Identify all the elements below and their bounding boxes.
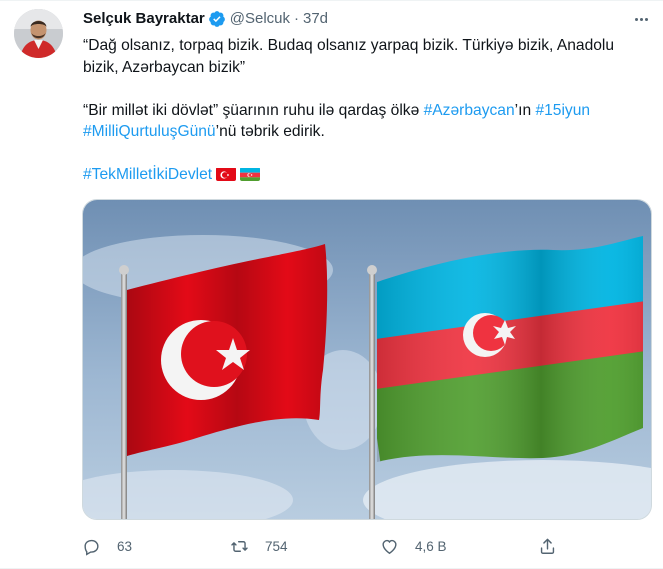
reply-button[interactable]: 63 (82, 534, 132, 558)
separator-dot: · (294, 10, 299, 27)
author-handle[interactable]: @Selcuk (230, 9, 290, 29)
author-name[interactable]: Selçuk Bayraktar (83, 9, 205, 29)
avatar-photo (14, 9, 63, 58)
tweet-time[interactable]: 37d (303, 9, 328, 29)
tweet-text-segment: ’nü təbrik edirik. (215, 123, 325, 140)
flags-photo (83, 200, 651, 519)
tweet-text: “Dağ olsanız, torpaq bizik. Budaq olsanı… (83, 35, 651, 186)
tweet-text-segment: “Bir millət iki dövlət” şüarının ruhu il… (83, 101, 424, 119)
share-button[interactable] (538, 534, 557, 558)
retweet-count: 754 (265, 538, 288, 554)
tweet-quote: “Dağ olsanız, torpaq bizik. Budaq olsanı… (83, 37, 615, 76)
hashtag-milli-qurtulus[interactable]: #MilliQurtuluşGünü (83, 123, 216, 140)
turkey-flag-icon (216, 167, 237, 181)
share-icon (540, 538, 555, 554)
tweet-content: Selçuk Bayraktar @Selcuk · 37d “Dağ olsa… (83, 9, 651, 186)
retweet-button[interactable]: 754 (230, 534, 288, 558)
reply-count: 63 (117, 538, 133, 554)
retweet-icon (231, 540, 248, 552)
hashtag-tek-millet[interactable]: #TekMilletİkiDevlet (83, 166, 212, 183)
hashtag-15iyun[interactable]: #15iyun (535, 102, 590, 119)
hashtag-azerbaycan[interactable]: #Azərbaycan (424, 102, 515, 119)
tweet-actions: 63 754 4,6 B (82, 534, 582, 558)
tweet-text-segment: ’ın (514, 101, 536, 119)
tweet-card[interactable]: Selçuk Bayraktar @Selcuk · 37d “Dağ olsa… (0, 0, 663, 569)
tweet-header: Selçuk Bayraktar @Selcuk · 37d (83, 9, 651, 29)
verified-badge-icon (208, 11, 225, 27)
tweet-photo[interactable] (82, 199, 652, 520)
reply-icon (84, 539, 99, 556)
tweet-paragraph: “Bir millət iki dövlət” şüarının ruhu il… (83, 100, 651, 143)
avatar[interactable] (14, 9, 63, 58)
more-options-icon[interactable] (631, 11, 651, 27)
like-count: 4,6 B (415, 538, 447, 554)
azerbaijan-flag-icon (240, 167, 261, 181)
tweet-hashtag-line: #TekMilletİkiDevlet (83, 164, 651, 186)
heart-icon (382, 539, 397, 554)
like-button[interactable]: 4,6 B (380, 534, 447, 558)
